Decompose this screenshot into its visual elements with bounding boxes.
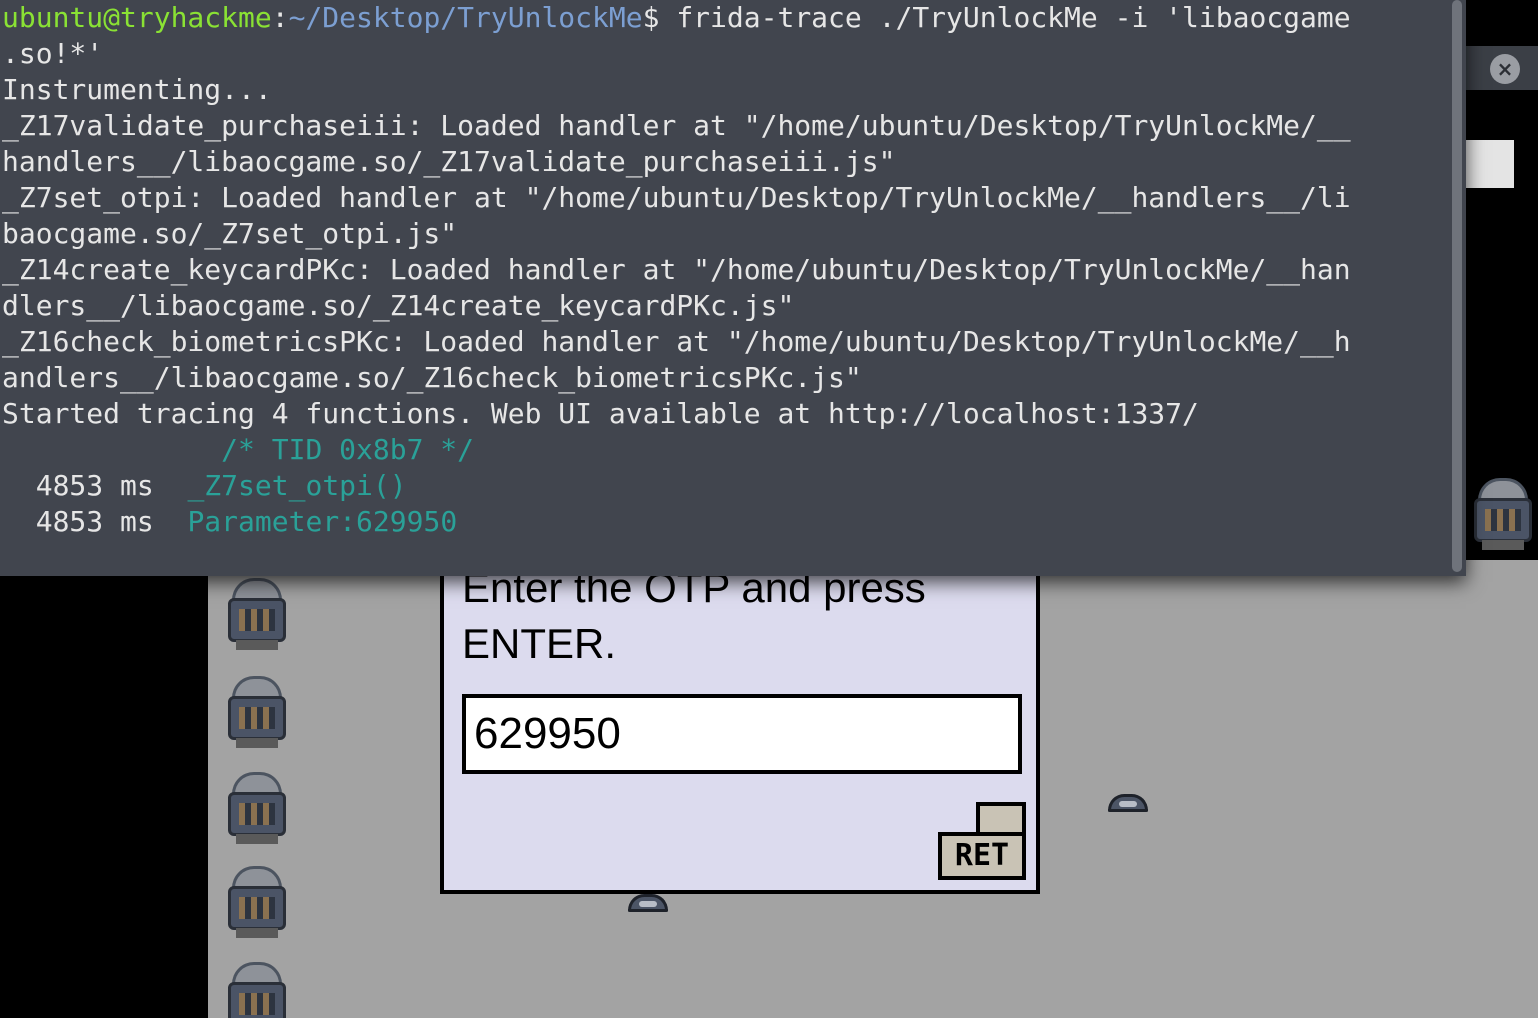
output-line: baocgame.so/_Z7set_otpi.js" [2, 217, 458, 250]
robot-sprite [226, 676, 288, 764]
otp-input[interactable]: 629950 [462, 694, 1022, 774]
terminal-output: ubuntu@tryhackme:~/Desktop/TryUnlockMe$ … [2, 0, 1448, 540]
command-text: frida-trace ./TryUnlockMe -i 'libaocgame [676, 1, 1351, 34]
robot-sprite [226, 772, 288, 860]
terminal-prompt-line: ubuntu@tryhackme:~/Desktop/TryUnlockMe$ … [2, 0, 1448, 36]
otp-dialog: Enter the OTP and press ENTER. 629950 RE… [440, 540, 1040, 894]
terminal-scrollbar[interactable] [1452, 0, 1462, 572]
output-line: andlers__/libaocgame.so/_Z16check_biomet… [2, 361, 862, 394]
prompt-path: ~/Desktop/TryUnlockMe [288, 1, 643, 34]
output-line: _Z17validate_purchaseiii: Loaded handler… [2, 109, 1351, 142]
output-line: Started tracing 4 functions. Web UI avai… [2, 397, 1199, 430]
robot-sprite [226, 962, 288, 1018]
output-line: handlers__/libaocgame.so/_Z17validate_pu… [2, 145, 896, 178]
return-key-button[interactable]: RET [938, 802, 1026, 880]
prompt-user: ubuntu@tryhackme [2, 1, 272, 34]
prompt-symbol: $ [642, 1, 677, 34]
output-line: _Z14create_keycardPKc: Loaded handler at… [2, 253, 1351, 286]
output-line: Instrumenting... [2, 73, 272, 106]
trace-time: 4853 ms [35, 469, 154, 502]
trace-line: 4853 ms _Z7set_otpi() [2, 468, 1448, 504]
close-icon[interactable]: × [1490, 54, 1520, 84]
terminal-window[interactable]: ubuntu@tryhackme:~/Desktop/TryUnlockMe$ … [0, 0, 1466, 576]
helmet-sprite [1104, 794, 1152, 818]
output-line: _Z7set_otpi: Loaded handler at "/home/ub… [2, 181, 1351, 214]
trace-tid-line: /* TID 0x8b7 */ [2, 432, 1448, 468]
otp-instructions: Enter the OTP and press ENTER. [462, 560, 1022, 672]
trace-text: Parameter:629950 [187, 505, 458, 538]
helmet-sprite [624, 894, 672, 918]
otp-instructions-line2: ENTER. [462, 620, 617, 667]
output-line: dlers__/libaocgame.so/_Z14create_keycard… [2, 289, 795, 322]
trace-line: 4853 ms Parameter:629950 [2, 504, 1448, 540]
trace-text: _Z7set_otpi() [187, 469, 407, 502]
trace-tid: /* TID 0x8b7 */ [221, 433, 475, 466]
return-key-label: RET [938, 832, 1026, 880]
robot-sprite [226, 866, 288, 954]
robot-sprite [1472, 478, 1534, 566]
output-line: _Z16check_biometricsPKc: Loaded handler … [2, 325, 1351, 358]
prompt-separator: : [271, 1, 289, 34]
command-continuation: .so!*' [2, 37, 104, 70]
trace-time: 4853 ms [35, 505, 154, 538]
background-window-panel [1466, 140, 1514, 188]
robot-sprite [226, 578, 288, 666]
